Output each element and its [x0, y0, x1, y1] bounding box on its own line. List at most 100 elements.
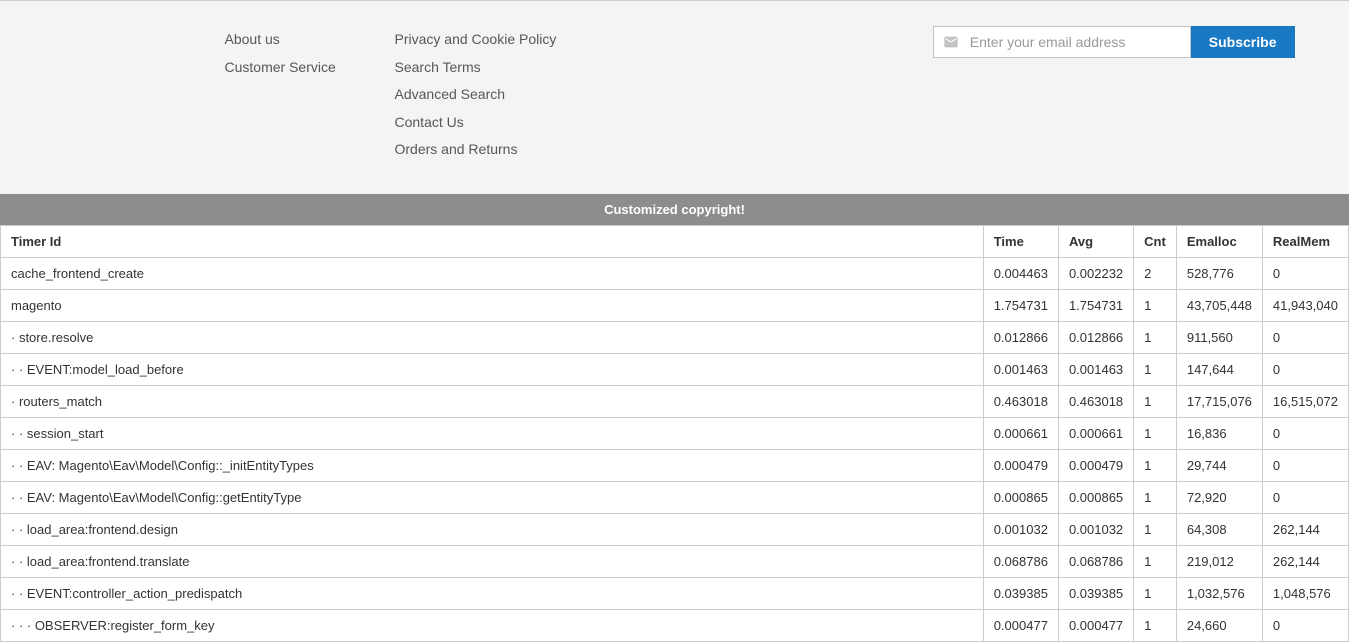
cell-emalloc: 1,032,576 — [1176, 577, 1262, 609]
cell-avg: 0.039385 — [1058, 577, 1133, 609]
cell-time: 0.463018 — [983, 385, 1058, 417]
table-row: · · load_area:frontend.translate0.068786… — [1, 545, 1349, 577]
cell-cnt: 1 — [1134, 609, 1177, 641]
cell-id: · routers_match — [1, 385, 984, 417]
header-cnt: Cnt — [1134, 225, 1177, 257]
cell-avg: 0.000477 — [1058, 609, 1133, 641]
table-row: · · EVENT:model_load_before0.0014630.001… — [1, 353, 1349, 385]
footer-link-about-us[interactable]: About us — [225, 26, 375, 54]
cell-time: 0.000661 — [983, 417, 1058, 449]
cell-avg: 0.463018 — [1058, 385, 1133, 417]
footer-spacer — [585, 26, 933, 164]
envelope-icon — [943, 34, 959, 50]
cell-id: · · EAV: Magento\Eav\Model\Config::_init… — [1, 449, 984, 481]
cell-time: 0.012866 — [983, 321, 1058, 353]
footer-link-contact-us[interactable]: Contact Us — [395, 109, 575, 137]
cell-id: · · · OBSERVER:register_form_key — [1, 609, 984, 641]
footer-column-2: Privacy and Cookie Policy Search Terms A… — [385, 26, 585, 164]
cell-emalloc: 24,660 — [1176, 609, 1262, 641]
table-row: · store.resolve0.0128660.0128661911,5600 — [1, 321, 1349, 353]
footer: About us Customer Service Privacy and Co… — [0, 0, 1349, 194]
subscribe-button[interactable]: Subscribe — [1191, 26, 1295, 58]
header-time: Time — [983, 225, 1058, 257]
footer-link-search-terms[interactable]: Search Terms — [395, 54, 575, 82]
cell-id: · · load_area:frontend.design — [1, 513, 984, 545]
cell-emalloc: 17,715,076 — [1176, 385, 1262, 417]
copyright-bar: Customized copyright! — [0, 194, 1349, 225]
cell-avg: 0.001032 — [1058, 513, 1133, 545]
cell-time: 0.001463 — [983, 353, 1058, 385]
cell-emalloc: 72,920 — [1176, 481, 1262, 513]
cell-time: 0.000479 — [983, 449, 1058, 481]
cell-cnt: 1 — [1134, 385, 1177, 417]
table-row: · · EAV: Magento\Eav\Model\Config::_init… — [1, 449, 1349, 481]
cell-id: · · load_area:frontend.translate — [1, 545, 984, 577]
cell-avg: 0.068786 — [1058, 545, 1133, 577]
cell-id: · · EVENT:controller_action_predispatch — [1, 577, 984, 609]
cell-emalloc: 911,560 — [1176, 321, 1262, 353]
cell-id: cache_frontend_create — [1, 257, 984, 289]
table-row: magento1.7547311.754731143,705,44841,943… — [1, 289, 1349, 321]
newsletter-input-wrap — [933, 26, 1191, 58]
cell-avg: 1.754731 — [1058, 289, 1133, 321]
table-row: · · EAV: Magento\Eav\Model\Config::getEn… — [1, 481, 1349, 513]
cell-id: · store.resolve — [1, 321, 984, 353]
cell-cnt: 1 — [1134, 289, 1177, 321]
cell-realmem: 0 — [1262, 321, 1348, 353]
cell-cnt: 1 — [1134, 545, 1177, 577]
cell-realmem: 1,048,576 — [1262, 577, 1348, 609]
header-realmem: RealMem — [1262, 225, 1348, 257]
cell-time: 0.004463 — [983, 257, 1058, 289]
table-row: · · session_start0.0006610.000661116,836… — [1, 417, 1349, 449]
cell-time: 0.068786 — [983, 545, 1058, 577]
table-row: · routers_match0.4630180.463018117,715,0… — [1, 385, 1349, 417]
table-row: · · · OBSERVER:register_form_key 0.000477… — [1, 609, 1349, 641]
cell-realmem: 262,144 — [1262, 513, 1348, 545]
cell-time: 0.001032 — [983, 513, 1058, 545]
header-avg: Avg — [1058, 225, 1133, 257]
profiler-table: Timer Id Time Avg Cnt Emalloc RealMem ca… — [0, 225, 1349, 642]
cell-cnt: 1 — [1134, 481, 1177, 513]
newsletter-email-input[interactable] — [933, 26, 1191, 58]
cell-cnt: 1 — [1134, 417, 1177, 449]
cell-emalloc: 16,836 — [1176, 417, 1262, 449]
cell-cnt: 2 — [1134, 257, 1177, 289]
cell-cnt: 1 — [1134, 513, 1177, 545]
footer-content: About us Customer Service Privacy and Co… — [35, 26, 1315, 164]
cell-realmem: 0 — [1262, 257, 1348, 289]
cell-id: · · EAV: Magento\Eav\Model\Config::getEn… — [1, 481, 984, 513]
cell-realmem: 16,515,072 — [1262, 385, 1348, 417]
cell-avg: 0.000865 — [1058, 481, 1133, 513]
header-timer-id: Timer Id — [1, 225, 984, 257]
footer-link-orders-returns[interactable]: Orders and Returns — [395, 136, 575, 164]
cell-realmem: 0 — [1262, 609, 1348, 641]
table-row: · · EVENT:controller_action_predispatch 0… — [1, 577, 1349, 609]
cell-realmem: 0 — [1262, 481, 1348, 513]
cell-cnt: 1 — [1134, 449, 1177, 481]
cell-time: 1.754731 — [983, 289, 1058, 321]
cell-realmem: 0 — [1262, 353, 1348, 385]
cell-emalloc: 528,776 — [1176, 257, 1262, 289]
footer-link-customer-service[interactable]: Customer Service — [225, 54, 375, 82]
header-emalloc: Emalloc — [1176, 225, 1262, 257]
cell-id: · · session_start — [1, 417, 984, 449]
cell-emalloc: 29,744 — [1176, 449, 1262, 481]
cell-cnt: 1 — [1134, 353, 1177, 385]
cell-realmem: 262,144 — [1262, 545, 1348, 577]
cell-emalloc: 64,308 — [1176, 513, 1262, 545]
newsletter: Subscribe — [933, 26, 1295, 164]
footer-link-advanced-search[interactable]: Advanced Search — [395, 81, 575, 109]
cell-cnt: 1 — [1134, 321, 1177, 353]
profiler-header-row: Timer Id Time Avg Cnt Emalloc RealMem — [1, 225, 1349, 257]
cell-id: · · EVENT:model_load_before — [1, 353, 984, 385]
table-row: · · load_area:frontend.design0.0010320.0… — [1, 513, 1349, 545]
cell-emalloc: 147,644 — [1176, 353, 1262, 385]
cell-avg: 0.012866 — [1058, 321, 1133, 353]
cell-avg: 0.000661 — [1058, 417, 1133, 449]
cell-time: 0.000865 — [983, 481, 1058, 513]
cell-avg: 0.001463 — [1058, 353, 1133, 385]
cell-avg: 0.002232 — [1058, 257, 1133, 289]
cell-avg: 0.000479 — [1058, 449, 1133, 481]
footer-link-privacy[interactable]: Privacy and Cookie Policy — [395, 26, 575, 54]
cell-realmem: 41,943,040 — [1262, 289, 1348, 321]
